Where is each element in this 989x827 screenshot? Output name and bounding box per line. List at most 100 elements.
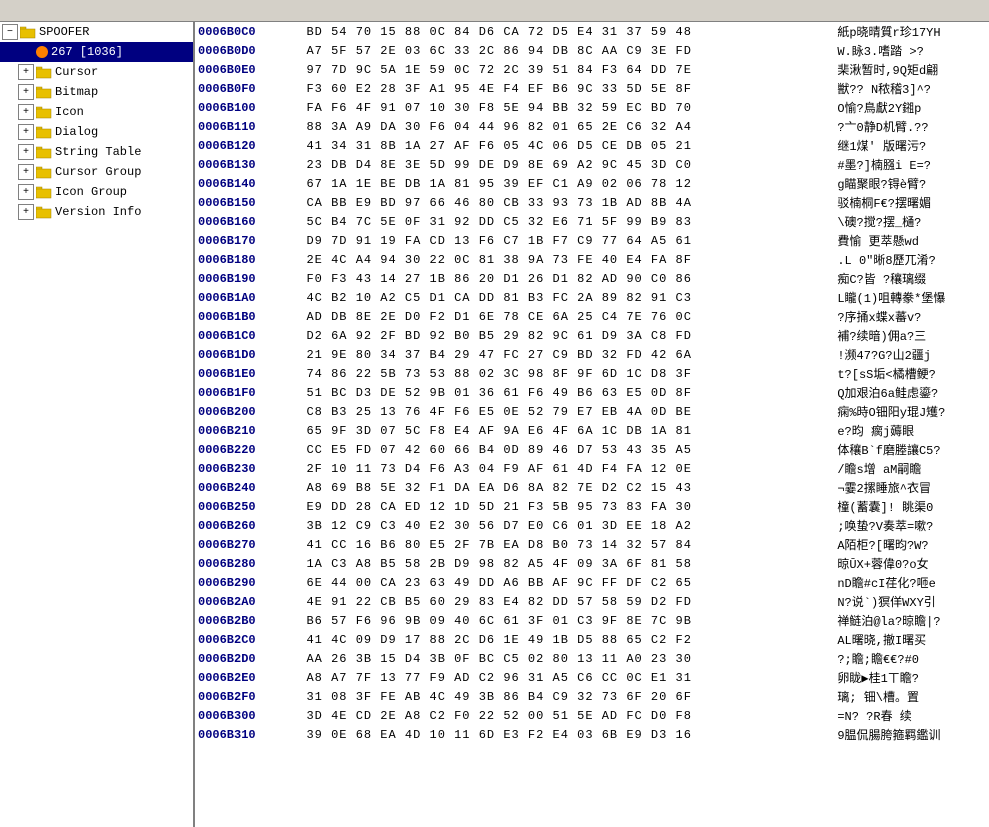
tree-node-spoofer[interactable]: SPOOFER	[0, 22, 193, 42]
hex-row[interactable]: 0006B2B0B6 57 F6 96 9B 09 40 6C 61 3F 01…	[195, 611, 989, 630]
hex-bytes: 67 1A 1E BE DB 1A 81 95 39 EF C1 A9 02 0…	[303, 174, 834, 193]
hex-text: 補?续暗)佣a?三	[834, 326, 989, 345]
tree-expander-icon[interactable]	[18, 104, 34, 120]
tree-expander-dialog[interactable]	[18, 124, 34, 140]
hex-bytes: AD DB 8E 2E D0 F2 D1 6E 78 CE 6A 25 C4 7…	[303, 307, 834, 326]
hex-text: A陌柜?[曙昀?W?	[834, 535, 989, 554]
hex-bytes: 21 9E 80 34 37 B4 29 47 FC 27 C9 BD 32 F…	[303, 345, 834, 364]
hex-row[interactable]: 0006B12041 34 31 8B 1A 27 AF F6 05 4C 06…	[195, 136, 989, 155]
tree-expander-bitmap[interactable]	[18, 84, 34, 100]
tree-panel[interactable]: SPOOFER267 [1036]CursorBitmapIconDialogS…	[0, 22, 195, 827]
hex-text: Q加艰泊6a鲑虑鎏?	[834, 383, 989, 402]
hex-row[interactable]: 0006B14067 1A 1E BE DB 1A 81 95 39 EF C1…	[195, 174, 989, 193]
hex-row[interactable]: 0006B1D021 9E 80 34 37 B4 29 47 FC 27 C9…	[195, 345, 989, 364]
hex-row[interactable]: 0006B2603B 12 C9 C3 40 E2 30 56 D7 E0 C6…	[195, 516, 989, 535]
hex-text: t?[sS垢<橘槽鲠?	[834, 364, 989, 383]
hex-row[interactable]: 0006B150CA BB E9 BD 97 66 46 80 CB 33 93…	[195, 193, 989, 212]
hex-row[interactable]: 0006B170D9 7D 91 19 FA CD 13 F6 C7 1B F7…	[195, 231, 989, 250]
tree-expander-version-info[interactable]	[18, 204, 34, 220]
tree-node-cursor[interactable]: Cursor	[0, 62, 193, 82]
hex-addr: 0006B0F0	[195, 79, 303, 98]
tree-expander-spoofer[interactable]	[2, 24, 18, 40]
hex-row[interactable]: 0006B2E0A8 A7 7F 13 77 F9 AD C2 96 31 A5…	[195, 668, 989, 687]
hex-text: O愉?鳥獻2Y鎺p	[834, 98, 989, 117]
hex-row[interactable]: 0006B190F0 F3 43 14 27 1B 86 20 D1 26 D1…	[195, 269, 989, 288]
hex-bytes: 39 0E 68 EA 4D 10 11 6D E3 F2 E4 03 6B E…	[303, 725, 834, 744]
hex-row[interactable]: 0006B1605C B4 7C 5E 0F 31 92 DD C5 32 E6…	[195, 212, 989, 231]
hex-addr: 0006B1B0	[195, 307, 303, 326]
hex-text: 晾ŪX+蓉偉0?o女	[834, 554, 989, 573]
menu-action[interactable]	[52, 9, 68, 13]
folder-icon-dialog	[36, 125, 52, 139]
hex-bytes: 5C B4 7C 5E 0F 31 92 DD C5 32 E6 71 5F 9…	[303, 212, 834, 231]
hex-row[interactable]: 0006B0E097 7D 9C 5A 1E 59 0C 72 2C 39 51…	[195, 60, 989, 79]
hex-row[interactable]: 0006B31039 0E 68 EA 4D 10 11 6D E3 F2 E4…	[195, 725, 989, 744]
hex-row[interactable]: 0006B1802E 4C A4 94 30 22 0C 81 38 9A 73…	[195, 250, 989, 269]
hex-addr: 0006B270	[195, 535, 303, 554]
hex-row[interactable]: 0006B2D0AA 26 3B 15 D4 3B 0F BC C5 02 80…	[195, 649, 989, 668]
hex-addr: 0006B160	[195, 212, 303, 231]
hex-row[interactable]: 0006B2302F 10 11 73 D4 F6 A3 04 F9 AF 61…	[195, 459, 989, 478]
hex-bytes: CC E5 FD 07 42 60 66 B4 0D 89 46 D7 53 4…	[303, 440, 834, 459]
tree-expander-icon-group[interactable]	[18, 184, 34, 200]
hex-row[interactable]: 0006B2906E 44 00 CA 23 63 49 DD A6 BB AF…	[195, 573, 989, 592]
hex-row[interactable]: 0006B100FA F6 4F 91 07 10 30 F8 5E 94 BB…	[195, 98, 989, 117]
hex-row[interactable]: 0006B200C8 B3 25 13 76 4F F6 E5 0E 52 79…	[195, 402, 989, 421]
hex-text: N?说`)猽佯WXY引	[834, 592, 989, 611]
hex-row[interactable]: 0006B0F0F3 60 E2 28 3F A1 95 4E F4 EF B6…	[195, 79, 989, 98]
hex-row[interactable]: 0006B2801A C3 A8 B5 58 2B D9 98 82 A5 4F…	[195, 554, 989, 573]
hex-row[interactable]: 0006B220CC E5 FD 07 42 60 66 B4 0D 89 46…	[195, 440, 989, 459]
tree-node-version-info[interactable]: Version Info	[0, 202, 193, 222]
hex-bytes: 4E 91 22 CB B5 60 29 83 E4 82 DD 57 58 5…	[303, 592, 834, 611]
hex-row[interactable]: 0006B11088 3A A9 DA 30 F6 04 44 96 82 01…	[195, 117, 989, 136]
hex-row[interactable]: 0006B1A04C B2 10 A2 C5 D1 CA DD 81 B3 FC…	[195, 288, 989, 307]
hex-bytes: A7 5F 57 2E 03 6C 33 2C 86 94 DB 8C AA C…	[303, 41, 834, 60]
hex-row[interactable]: 0006B2F031 08 3F FE AB 4C 49 3B 86 B4 C9…	[195, 687, 989, 706]
hex-row[interactable]: 0006B13023 DB D4 8E 3E 5D 99 DE D9 8E 69…	[195, 155, 989, 174]
hex-row[interactable]: 0006B0C0BD 54 70 15 88 0C 84 D6 CA 72 D5…	[195, 22, 989, 41]
hex-row[interactable]: 0006B1F051 BC D3 DE 52 9B 01 36 61 F6 49…	[195, 383, 989, 402]
hex-bytes: B6 57 F6 96 9B 09 40 6C 61 3F 01 C3 9F 8…	[303, 611, 834, 630]
hex-bytes: 1A C3 A8 B5 58 2B D9 98 82 A5 4F 09 3A 6…	[303, 554, 834, 573]
menubar	[0, 0, 989, 22]
tree-node-string-table[interactable]: String Table	[0, 142, 193, 162]
hex-addr: 0006B2C0	[195, 630, 303, 649]
menu-view[interactable]	[36, 9, 52, 13]
tree-node-267[interactable]: 267 [1036]	[0, 42, 193, 62]
hex-row[interactable]: 0006B1E074 86 22 5B 73 53 88 02 3C 98 8F…	[195, 364, 989, 383]
tree-node-bitmap[interactable]: Bitmap	[0, 82, 193, 102]
hex-row[interactable]: 0006B2C041 4C 09 D9 17 88 2C D6 1E 49 1B…	[195, 630, 989, 649]
tree-node-icon-group[interactable]: Icon Group	[0, 182, 193, 202]
hex-addr: 0006B180	[195, 250, 303, 269]
hex-table-container[interactable]: 0006B0C0BD 54 70 15 88 0C 84 D6 CA 72 D5…	[195, 22, 989, 827]
hex-text: e?昀 瘸j薅眼	[834, 421, 989, 440]
menu-help[interactable]	[68, 9, 84, 13]
hex-bytes: 41 4C 09 D9 17 88 2C D6 1E 49 1B D5 88 6…	[303, 630, 834, 649]
hex-text: ?;瞻;瞻€€?#0	[834, 649, 989, 668]
hex-bytes: D2 6A 92 2F BD 92 B0 B5 29 82 9C 61 D9 3…	[303, 326, 834, 345]
hex-row[interactable]: 0006B27041 CC 16 B6 80 E5 2F 7B EA D8 B0…	[195, 535, 989, 554]
tree-label-cursor-group: Cursor Group	[55, 165, 141, 179]
hex-text: 棐湫暂时,9Q矩d翩	[834, 60, 989, 79]
hex-row[interactable]: 0006B2A04E 91 22 CB B5 60 29 83 E4 82 DD…	[195, 592, 989, 611]
hex-text: 驳楠桐F€?摆曙媚	[834, 193, 989, 212]
hex-row[interactable]: 0006B1B0AD DB 8E 2E D0 F2 D1 6E 78 CE 6A…	[195, 307, 989, 326]
tree-label-icon-group: Icon Group	[55, 185, 127, 199]
hex-row[interactable]: 0006B240A8 69 B8 5E 32 F1 DA EA D6 8A 82…	[195, 478, 989, 497]
hex-text: 痴C?皆 ?穰璃缀	[834, 269, 989, 288]
hex-row[interactable]: 0006B21065 9F 3D 07 5C F8 E4 AF 9A E6 4F…	[195, 421, 989, 440]
tree-node-dialog[interactable]: Dialog	[0, 122, 193, 142]
hex-row[interactable]: 0006B250E9 DD 28 CA ED 12 1D 5D 21 F3 5B…	[195, 497, 989, 516]
hex-addr: 0006B220	[195, 440, 303, 459]
menu-file[interactable]	[4, 9, 20, 13]
tree-expander-string-table[interactable]	[18, 144, 34, 160]
tree-expander-cursor[interactable]	[18, 64, 34, 80]
hex-row[interactable]: 0006B3003D 4E CD 2E A8 C2 F0 22 52 00 51…	[195, 706, 989, 725]
menu-edit[interactable]	[20, 9, 36, 13]
tree-expander-cursor-group[interactable]	[18, 164, 34, 180]
hex-row[interactable]: 0006B0D0A7 5F 57 2E 03 6C 33 2C 86 94 DB…	[195, 41, 989, 60]
hex-bytes: 31 08 3F FE AB 4C 49 3B 86 B4 C9 32 73 6…	[303, 687, 834, 706]
hex-row[interactable]: 0006B1C0D2 6A 92 2F BD 92 B0 B5 29 82 9C…	[195, 326, 989, 345]
tree-node-cursor-group[interactable]: Cursor Group	[0, 162, 193, 182]
tree-node-icon[interactable]: Icon	[0, 102, 193, 122]
